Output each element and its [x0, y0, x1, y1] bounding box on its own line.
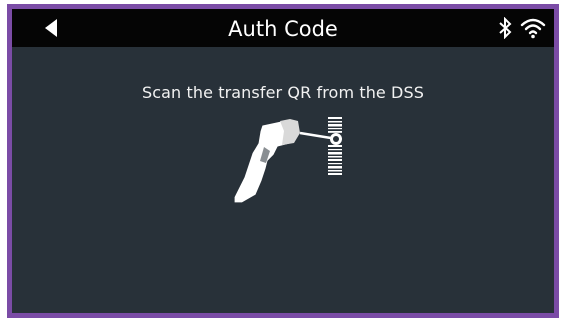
page-title: Auth Code [228, 17, 338, 41]
wifi-icon [520, 18, 546, 39]
device-screen: Auth Code Scan the transfer QR from the … [7, 4, 559, 318]
barcode-scanner-icon [233, 117, 342, 204]
scan-instruction: Scan the transfer QR from the DSS [142, 83, 424, 102]
status-icons [498, 15, 546, 41]
title-bar: Auth Code [12, 9, 554, 47]
bluetooth-icon [499, 17, 512, 39]
